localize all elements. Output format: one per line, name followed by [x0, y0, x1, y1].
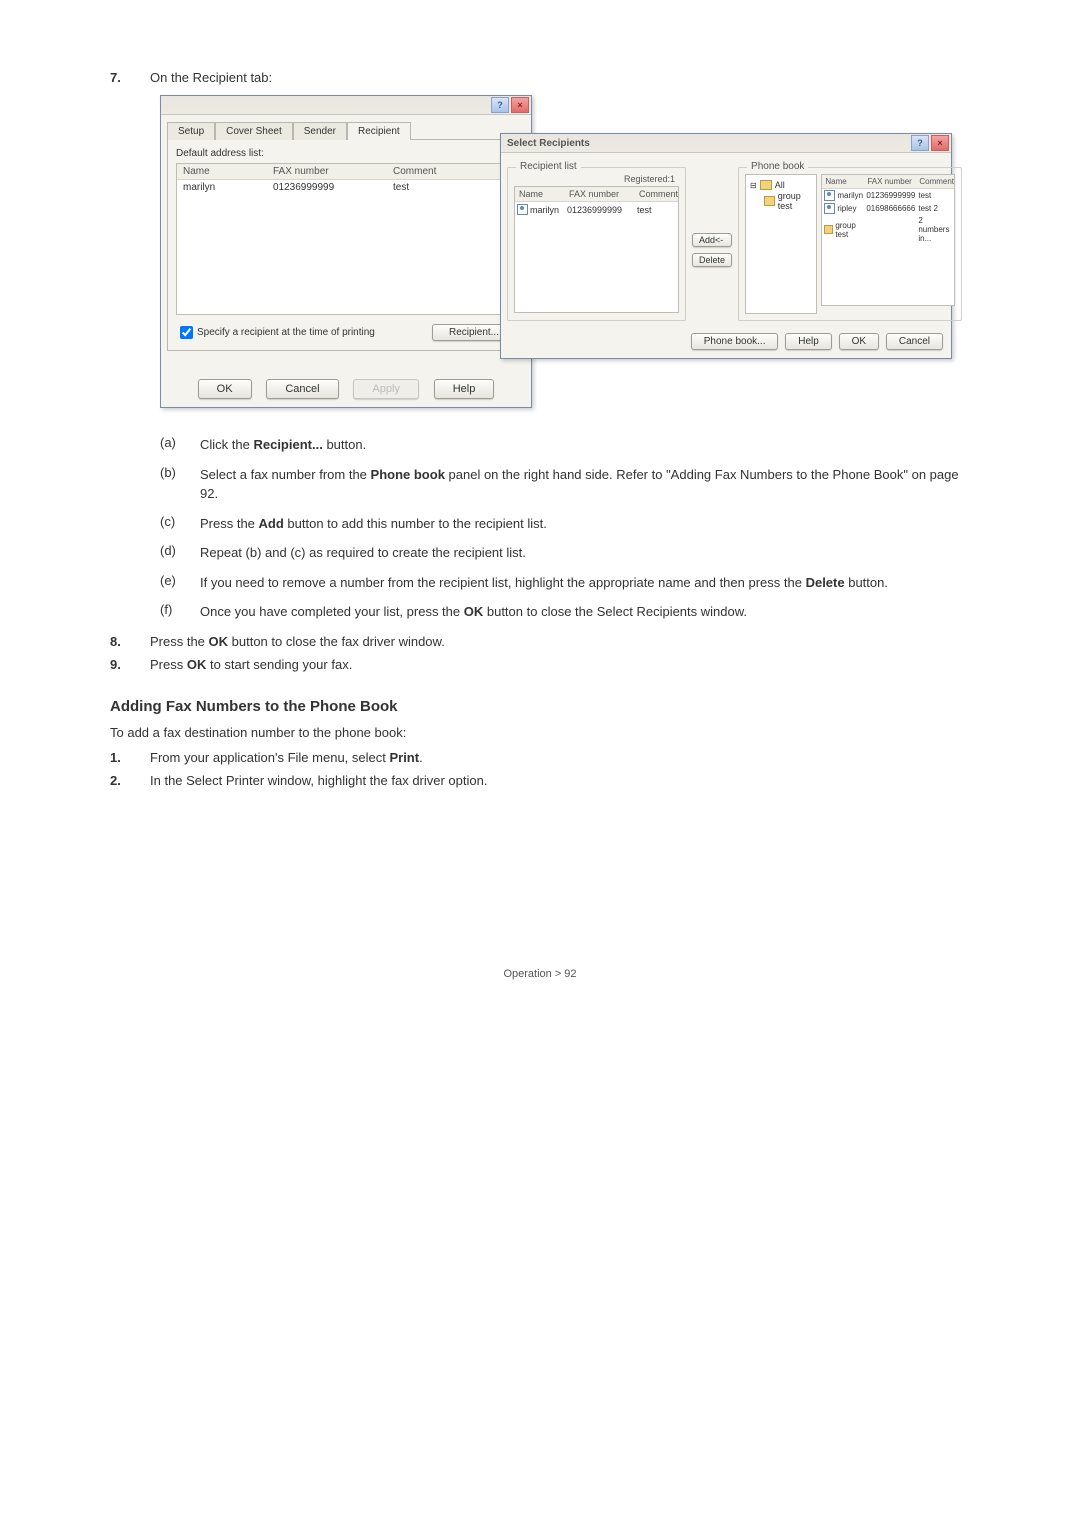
substep-mark: (a): [160, 435, 200, 450]
col-fax: FAX number: [569, 187, 639, 201]
contact-icon: [517, 204, 528, 215]
row-fax: 01236999999: [273, 182, 393, 193]
col-fax: FAX number: [273, 164, 393, 179]
dialogs-illustration: ? × Setup Cover Sheet Sender Recipient D…: [160, 95, 960, 415]
folder-icon: [764, 196, 775, 206]
pb-row-comment: test: [918, 191, 954, 200]
substep-mark: (d): [160, 543, 200, 558]
page-footer: Operation > 92: [110, 968, 970, 980]
substep-mark: (c): [160, 514, 200, 529]
close-icon[interactable]: ×: [511, 97, 529, 113]
substep-text: If you need to remove a number from the …: [200, 573, 970, 593]
substep-text: Repeat (b) and (c) as required to create…: [200, 543, 970, 563]
step-text: Press the OK button to close the fax dri…: [150, 634, 970, 649]
step-number: 8.: [110, 634, 150, 649]
step-number: 1.: [110, 750, 150, 765]
substep-text: Once you have completed your list, press…: [200, 602, 970, 622]
phone-book-button[interactable]: Phone book...: [691, 333, 779, 350]
tree-group[interactable]: group test: [750, 191, 812, 211]
substep-mark: (e): [160, 573, 200, 588]
delete-button[interactable]: Delete: [692, 253, 732, 267]
row-comment: test: [637, 205, 678, 215]
specify-recipient-checkbox[interactable]: Specify a recipient at the time of print…: [176, 323, 375, 342]
contact-icon: [824, 190, 835, 201]
col-comment: Comment: [639, 187, 678, 201]
phone-book-legend: Phone book: [747, 161, 808, 172]
specify-recipient-label: Specify a recipient at the time of print…: [197, 327, 375, 338]
substep-mark: (b): [160, 465, 200, 480]
pb-row-fax: 01236999999: [866, 191, 918, 200]
tab-recipient[interactable]: Recipient: [347, 122, 411, 140]
step-text: From your application's File menu, selec…: [150, 750, 970, 765]
tree-all-label: All: [775, 180, 785, 190]
tab-sender[interactable]: Sender: [293, 122, 347, 140]
select-recipients-dialog: Select Recipients ? × Recipient list Reg…: [500, 133, 952, 359]
tree-group-label: group test: [778, 191, 813, 211]
folder-icon: [824, 225, 833, 234]
row-name: marilyn: [177, 182, 273, 193]
help-button[interactable]: Help: [434, 379, 495, 399]
pb-row-comment: test 2: [918, 204, 954, 213]
col-name: Name: [822, 175, 867, 188]
row-name: marilyn: [530, 205, 559, 215]
help-icon[interactable]: ?: [491, 97, 509, 113]
step-number: 7.: [110, 70, 150, 85]
col-fax: FAX number: [867, 175, 919, 188]
substep-text: Press the Add button to add this number …: [200, 514, 970, 534]
contact-icon: [824, 203, 835, 214]
step-number: 2.: [110, 773, 150, 788]
help-button[interactable]: Help: [785, 333, 832, 350]
default-address-label: Default address list:: [176, 148, 516, 159]
pb-row-name: group test: [835, 221, 866, 239]
pb-row-name: ripley: [837, 204, 856, 213]
row-fax: 01236999999: [567, 205, 637, 215]
dialog-title: Select Recipients: [501, 138, 590, 149]
dialog-titlebar: ? ×: [161, 96, 531, 115]
row-comment: test: [393, 182, 515, 193]
folder-icon: [760, 180, 772, 190]
step-text: In the Select Printer window, highlight …: [150, 773, 970, 788]
col-comment: Comment: [393, 164, 515, 179]
add-button[interactable]: Add<-: [692, 233, 732, 247]
col-name: Name: [515, 187, 569, 201]
substep-mark: (f): [160, 602, 200, 617]
cancel-button[interactable]: Cancel: [266, 379, 338, 399]
step-text: On the Recipient tab:: [150, 70, 970, 85]
apply-button: Apply: [353, 379, 419, 399]
tree-all[interactable]: ⊟ All: [750, 180, 812, 190]
substep-text: Click the Recipient... button.: [200, 435, 970, 455]
fax-driver-dialog: ? × Setup Cover Sheet Sender Recipient D…: [160, 95, 532, 408]
close-icon[interactable]: ×: [931, 135, 949, 151]
section-title: Adding Fax Numbers to the Phone Book: [110, 698, 970, 715]
pb-row-name: marilyn: [837, 191, 863, 200]
pb-row-fax: 01698666666: [866, 204, 918, 213]
col-comment: Comment: [919, 175, 954, 188]
step-text: Press OK to start sending your fax.: [150, 657, 970, 672]
registered-count: Registered:1: [514, 174, 679, 184]
col-name: Name: [177, 164, 273, 179]
ok-button[interactable]: OK: [198, 379, 252, 399]
pb-row-comment: 2 numbers in...: [918, 216, 954, 243]
help-icon[interactable]: ?: [911, 135, 929, 151]
section-intro: To add a fax destination number to the p…: [110, 723, 970, 743]
recipient-list-legend: Recipient list: [516, 161, 581, 172]
specify-recipient-input[interactable]: [180, 326, 193, 339]
tab-setup[interactable]: Setup: [167, 122, 215, 140]
step-number: 9.: [110, 657, 150, 672]
ok-button[interactable]: OK: [839, 333, 879, 350]
cancel-button[interactable]: Cancel: [886, 333, 943, 350]
tab-cover-sheet[interactable]: Cover Sheet: [215, 122, 293, 140]
substep-text: Select a fax number from the Phone book …: [200, 465, 970, 504]
